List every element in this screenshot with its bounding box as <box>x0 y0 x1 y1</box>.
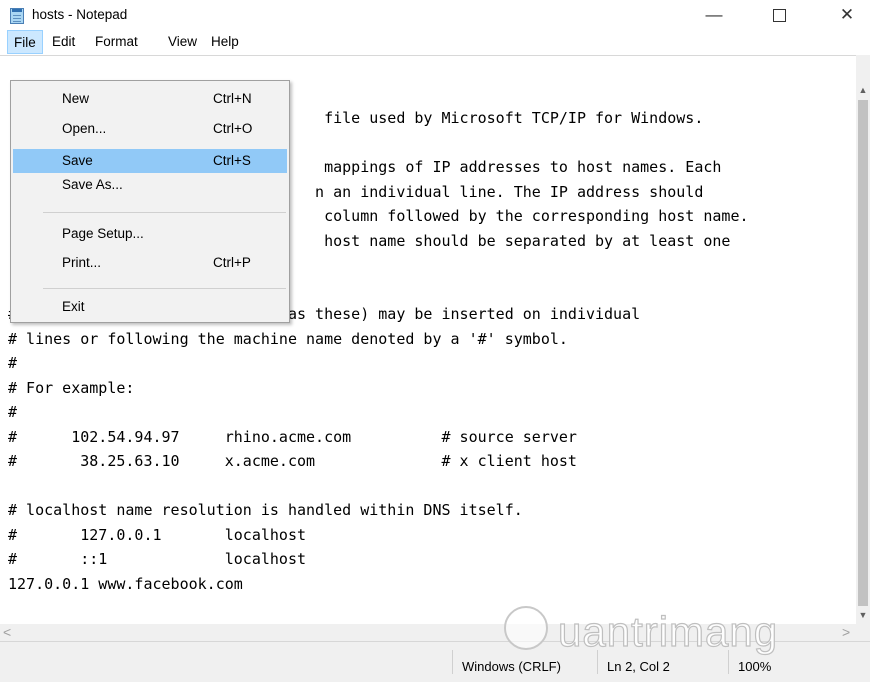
scroll-right-icon[interactable]: > <box>842 624 856 641</box>
maximize-icon <box>772 9 786 23</box>
menu-separator <box>43 288 286 289</box>
horizontal-scrollbar[interactable]: < > <box>0 624 870 641</box>
minimize-button[interactable]: — <box>691 0 737 30</box>
notepad-icon <box>10 8 24 24</box>
menu-file[interactable]: File <box>7 30 43 54</box>
menu-item-shortcut: Ctrl+N <box>213 91 252 106</box>
maximize-button[interactable] <box>756 0 802 30</box>
menu-item-label: Exit <box>62 299 85 314</box>
menu-item-label: Print... <box>62 255 102 270</box>
menu-edit[interactable]: Edit <box>46 30 81 54</box>
status-zoom: 100% <box>738 659 772 674</box>
menu-item-save[interactable]: Save Ctrl+S <box>13 149 287 173</box>
file-menu-dropdown: New Ctrl+N Open... Ctrl+O Save Ctrl+S Sa… <box>10 80 290 323</box>
menu-item-label: Page Setup... <box>62 226 144 241</box>
menu-item-shortcut: Ctrl+S <box>213 153 251 168</box>
title-bar: hosts - Notepad — ✕ <box>0 0 870 31</box>
menu-item-new[interactable]: New Ctrl+N <box>13 87 287 111</box>
close-button[interactable]: ✕ <box>824 0 870 30</box>
menu-item-save-as[interactable]: Save As... <box>13 173 287 197</box>
menu-item-print[interactable]: Print... Ctrl+P <box>13 251 287 275</box>
status-bar: Windows (CRLF) Ln 2, Col 2 100% <box>0 641 870 682</box>
scroll-down-icon[interactable]: ▼ <box>856 606 870 624</box>
menu-view[interactable]: View <box>162 30 203 54</box>
menu-item-label: Save As... <box>62 177 123 192</box>
menu-separator <box>43 212 286 213</box>
menu-item-page-setup[interactable]: Page Setup... <box>13 222 287 246</box>
menu-item-label: Save <box>62 153 93 168</box>
menu-item-label: New <box>62 91 90 106</box>
status-cursor-position: Ln 2, Col 2 <box>607 659 670 674</box>
status-divider <box>597 650 598 674</box>
menu-item-open[interactable]: Open... Ctrl+O <box>13 117 287 141</box>
menu-item-shortcut: Ctrl+P <box>213 255 251 270</box>
vertical-scroll-thumb[interactable] <box>858 100 868 624</box>
menu-item-exit[interactable]: Exit <box>13 295 287 319</box>
vertical-scrollbar[interactable]: ▲ <box>856 55 870 624</box>
status-divider <box>728 650 729 674</box>
status-divider <box>452 650 453 674</box>
window-title: hosts - Notepad <box>32 7 128 22</box>
scroll-left-icon[interactable]: < <box>3 624 17 641</box>
menu-help[interactable]: Help <box>205 30 245 54</box>
status-encoding: Windows (CRLF) <box>462 659 561 674</box>
menu-item-shortcut: Ctrl+O <box>213 121 253 136</box>
menu-format[interactable]: Format <box>89 30 144 54</box>
menu-item-label: Open... <box>62 121 107 136</box>
scroll-up-icon[interactable]: ▲ <box>856 83 870 97</box>
